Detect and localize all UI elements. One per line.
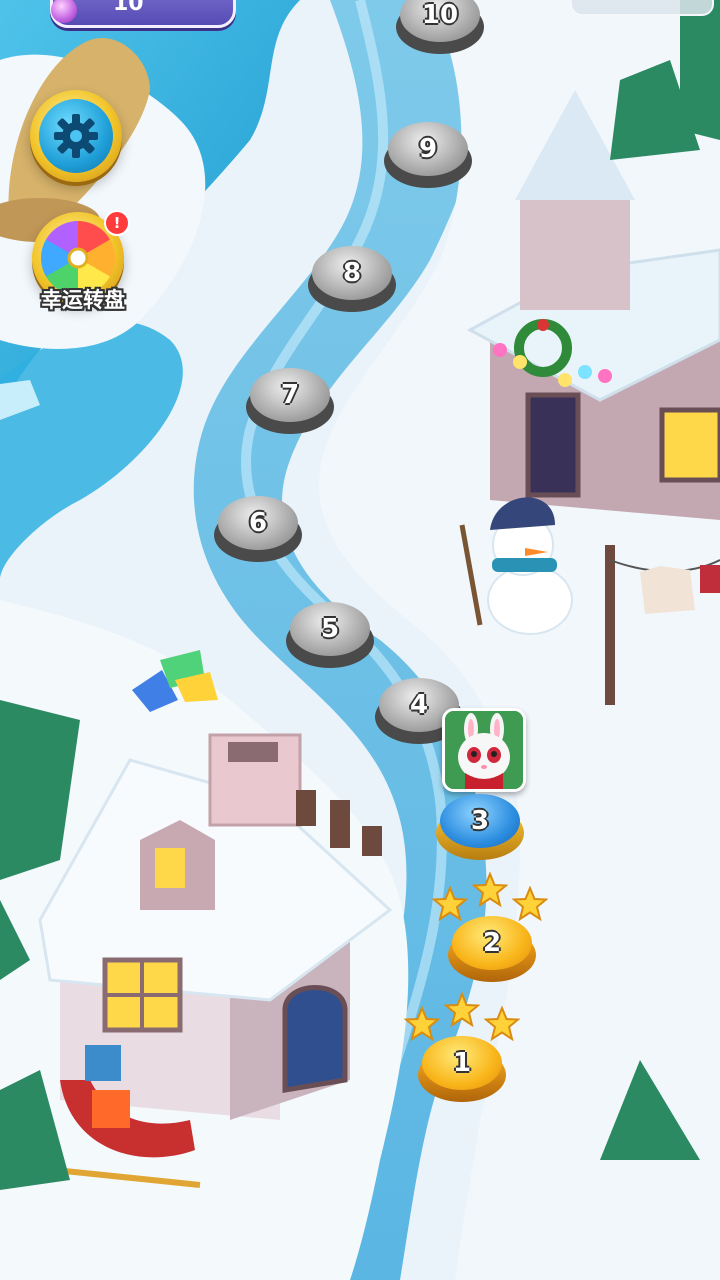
level-number: 9 bbox=[418, 134, 438, 164]
notification-badge: ! bbox=[104, 210, 130, 236]
gem-count: 10 bbox=[113, 0, 144, 16]
level-9-button[interactable]: 9 bbox=[384, 120, 472, 190]
level-number: 10 bbox=[421, 0, 459, 30]
level-button-face: 7 bbox=[250, 368, 330, 422]
level-2-button[interactable]: 2 bbox=[448, 914, 536, 984]
bunny-avatar-icon bbox=[442, 708, 526, 792]
settings-button[interactable] bbox=[30, 90, 122, 182]
level-button-face: 9 bbox=[388, 122, 468, 176]
level-6-button[interactable]: 6 bbox=[214, 494, 302, 564]
level-number: 2 bbox=[482, 928, 502, 958]
level-5-button[interactable]: 5 bbox=[286, 600, 374, 670]
level-button-face: 6 bbox=[218, 496, 298, 550]
level-7-button[interactable]: 7 bbox=[246, 366, 334, 436]
top-right-panel[interactable] bbox=[570, 0, 714, 16]
gem-icon bbox=[51, 0, 77, 23]
level-number: 7 bbox=[280, 380, 300, 410]
star-icon bbox=[444, 992, 480, 1028]
level-number: 1 bbox=[452, 1048, 472, 1078]
level-button-face: 5 bbox=[290, 602, 370, 656]
gem-counter[interactable]: 10 bbox=[50, 0, 236, 28]
level-1-button[interactable]: 1 bbox=[418, 1034, 506, 1104]
level-10-button[interactable]: 10 bbox=[396, 0, 484, 56]
level-number: 3 bbox=[470, 806, 490, 836]
lucky-wheel-label: 幸运转盘 bbox=[41, 288, 125, 312]
level-number: 8 bbox=[342, 258, 362, 288]
level-number: 5 bbox=[320, 614, 340, 644]
level-button-face: 3 bbox=[440, 794, 520, 848]
level-number: 6 bbox=[248, 508, 268, 538]
star-icon bbox=[472, 872, 508, 908]
level-number: 4 bbox=[409, 690, 429, 720]
level-3-button[interactable]: 3 bbox=[436, 792, 524, 862]
level-button-face: 1 bbox=[422, 1036, 502, 1090]
level-button-face: 8 bbox=[312, 246, 392, 300]
level-8-button[interactable]: 8 bbox=[308, 244, 396, 314]
gear-icon bbox=[30, 90, 122, 182]
level-button-face: 2 bbox=[452, 916, 532, 970]
